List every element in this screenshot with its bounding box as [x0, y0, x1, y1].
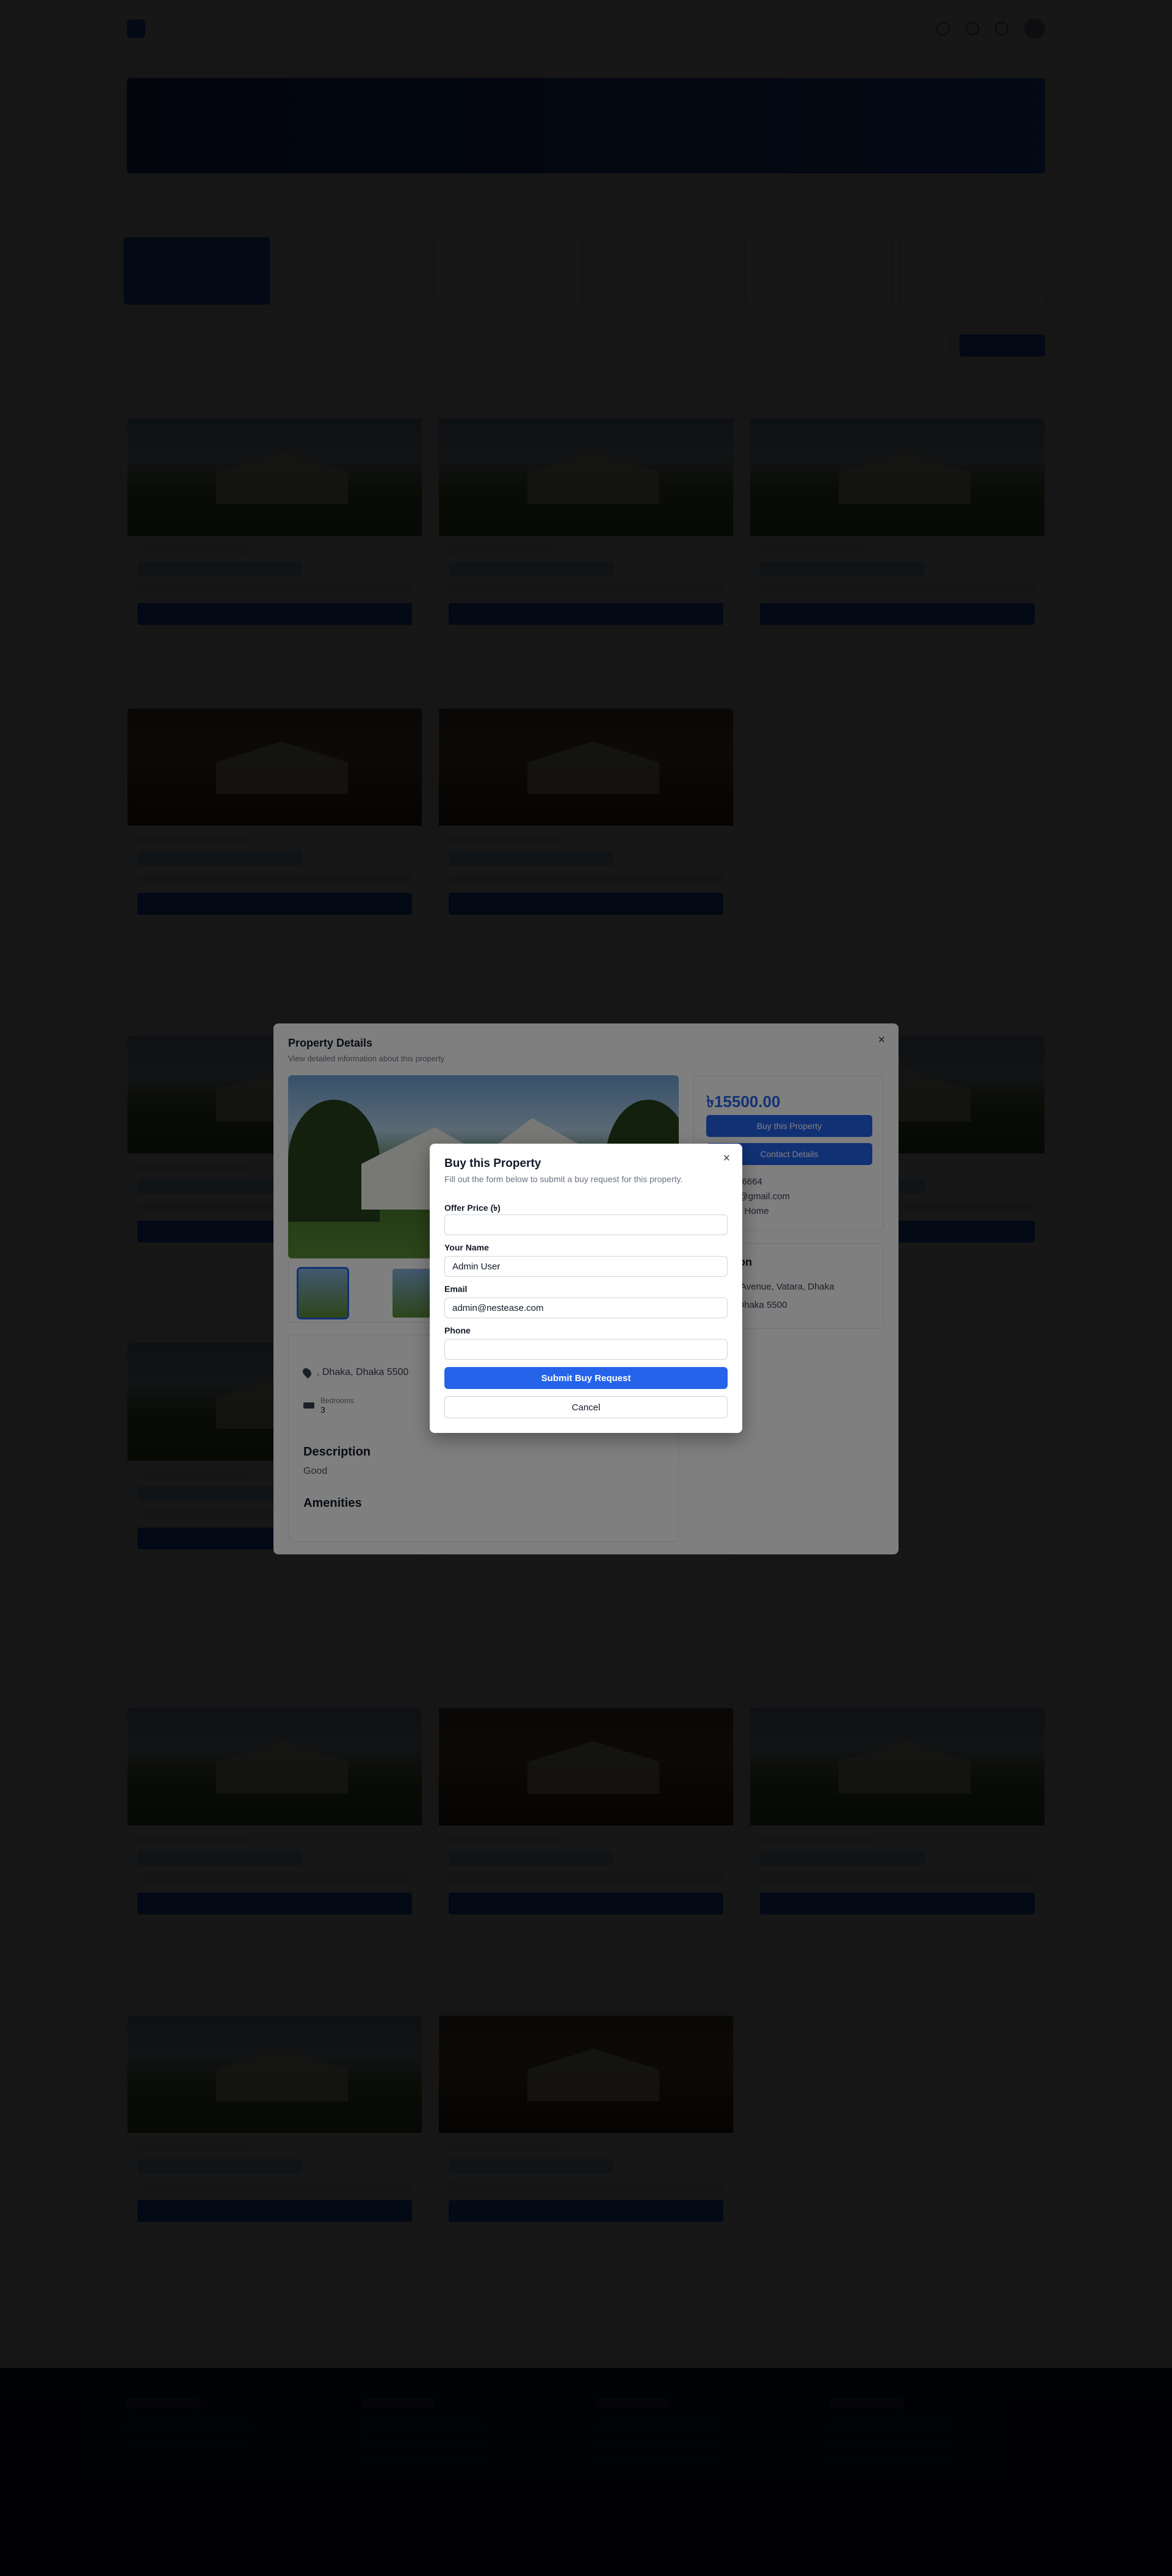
name-label: Your Name	[444, 1243, 489, 1252]
close-icon[interactable]: ×	[723, 1152, 730, 1164]
phone-input[interactable]	[444, 1339, 728, 1360]
offer-price-label: Offer Price (৳)	[444, 1203, 501, 1213]
name-input[interactable]	[444, 1256, 728, 1277]
submit-buy-request-button[interactable]: Submit Buy Request	[444, 1367, 728, 1389]
cancel-button[interactable]: Cancel	[444, 1396, 728, 1418]
buy-property-modal: Buy this Property Fill out the form belo…	[430, 1144, 742, 1433]
email-label: Email	[444, 1284, 468, 1294]
offer-price-input[interactable]	[444, 1214, 728, 1235]
email-input[interactable]	[444, 1297, 728, 1318]
phone-label: Phone	[444, 1326, 471, 1335]
modal-description: Fill out the form below to submit a buy …	[444, 1174, 683, 1184]
modal-title: Buy this Property	[444, 1157, 541, 1170]
